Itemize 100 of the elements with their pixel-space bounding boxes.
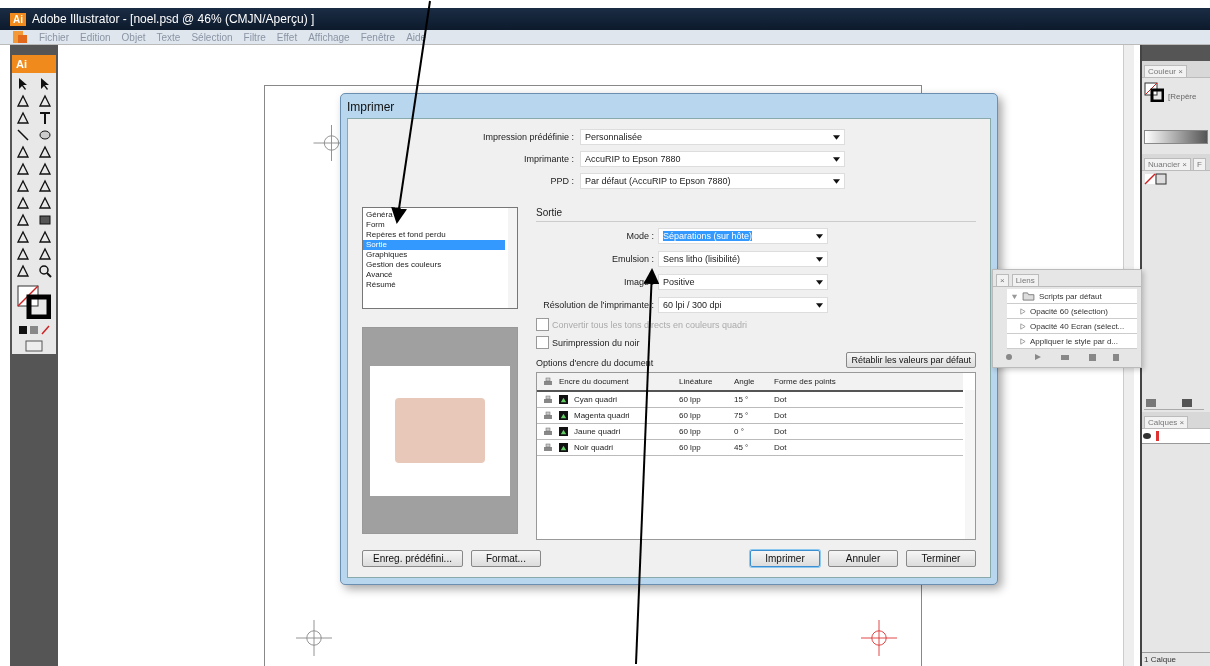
scroll-bar[interactable] [508, 208, 517, 308]
color-label: [Repère [1168, 92, 1197, 103]
panel-tab[interactable]: Nuancier × [1144, 158, 1191, 170]
dropdown[interactable]: Positive [658, 274, 828, 290]
dialog-title: Imprimer [346, 99, 396, 116]
process-ink-icon [559, 427, 568, 436]
tool-icon[interactable] [37, 111, 52, 125]
dropdown-caret-icon [833, 134, 840, 140]
tool-icon[interactable] [37, 264, 52, 278]
tool-icon[interactable] [37, 162, 52, 176]
fill-stroke-swatch-icon[interactable] [12, 282, 56, 322]
color-ramp[interactable] [1144, 130, 1208, 144]
panel-tab[interactable]: Calques × [1144, 416, 1189, 428]
panel-buttons-icon[interactable] [1144, 397, 1204, 410]
dialog-button[interactable]: Format... [470, 550, 541, 567]
tool-icon[interactable] [37, 196, 52, 210]
table-cell-text: 75 ° [734, 411, 750, 420]
reset-defaults-button[interactable]: Rétablir les valeurs par défaut [846, 352, 976, 368]
dropdown[interactable]: 60 lpi / 300 dpi [658, 297, 828, 313]
tool-icon[interactable] [37, 230, 52, 244]
table-cell: Noir quadri [574, 443, 614, 452]
process-ink-icon [559, 395, 568, 404]
tool-icon[interactable] [16, 94, 31, 108]
dropdown[interactable]: Sens litho (lisibilité) [658, 251, 828, 267]
swatch-none-icon[interactable] [1144, 173, 1168, 185]
dialog-button[interactable]: Imprimer [750, 550, 820, 567]
printer-icon[interactable] [543, 410, 553, 421]
printer-icon [543, 376, 553, 387]
action-item[interactable]: Opacité 60 (sélection) [1007, 304, 1137, 319]
table-cell-text: 60 lpp [679, 427, 702, 436]
category-item[interactable]: Généra [363, 210, 505, 220]
tool-icon[interactable] [37, 128, 52, 142]
panel-tab[interactable]: F [1192, 158, 1206, 170]
app-logo-badge: Ai [10, 12, 26, 26]
tool-icon[interactable] [16, 145, 31, 159]
column-header[interactable]: Linéature [679, 377, 734, 386]
table-cell-text: 0 ° [734, 427, 745, 436]
tool-icon[interactable] [16, 128, 31, 142]
drawing-modes-icon[interactable] [12, 322, 56, 338]
registration-mark-icon [294, 620, 334, 656]
table-cell-text: 15 ° [734, 395, 750, 404]
tool-icon[interactable] [16, 162, 31, 176]
panel-tab[interactable]: Couleur × [1144, 65, 1187, 77]
field-label: Impression prédéfinie : [481, 132, 574, 142]
category-item[interactable]: Graphiques [363, 250, 505, 260]
table-cell-text: 60 lpp [679, 443, 702, 452]
layer-row[interactable] [1142, 429, 1210, 444]
tool-icon[interactable] [16, 213, 31, 227]
dropdown[interactable]: Personnalisée [580, 129, 845, 145]
action-item[interactable]: Opacité 40 Ecran (sélect... [1007, 319, 1137, 334]
scroll-bar[interactable] [965, 390, 975, 539]
table-cell: Jaune quadri [574, 427, 621, 436]
dropdown-caret-icon [833, 156, 840, 162]
dialog-button[interactable]: Enreg. prédéfini... [362, 550, 463, 567]
printer-icon[interactable] [543, 442, 553, 453]
dialog-button[interactable]: Annuler [828, 550, 898, 567]
tool-icon[interactable] [16, 111, 31, 125]
printer-icon[interactable] [543, 426, 553, 437]
column-header[interactable]: Angle [734, 377, 774, 386]
dropdown[interactable]: AccuRIP to Epson 7880 [580, 151, 845, 167]
tool-icon[interactable] [37, 145, 52, 159]
folder-icon [1022, 291, 1035, 301]
dropdown[interactable]: Par défaut (AccuRIP to Epson 7880) [580, 173, 845, 189]
fill-stroke-swatch-icon[interactable] [1144, 82, 1164, 102]
dropdown-caret-icon [816, 302, 823, 308]
table-cell: Cyan quadri [574, 395, 618, 404]
tool-icon[interactable] [16, 179, 31, 193]
table-cell: Magenta quadri [574, 411, 630, 420]
panel-tab[interactable]: × [996, 274, 1009, 286]
category-item[interactable]: Form [363, 220, 505, 230]
eye-icon[interactable] [1142, 432, 1152, 440]
column-header[interactable]: Encre du document [559, 377, 679, 386]
document-icon[interactable] [12, 30, 28, 44]
table-cell-text: Dot [774, 443, 788, 452]
dialog-button[interactable]: Terminer [906, 550, 976, 567]
dropdown-caret-icon [816, 256, 823, 262]
category-item[interactable]: Avancé [363, 270, 505, 280]
panel-tab[interactable]: Liens [1011, 274, 1039, 286]
category-item[interactable]: Gestion des couleurs [363, 260, 505, 270]
tool-icon[interactable] [37, 247, 52, 261]
status-text: 1 Calque [1142, 652, 1210, 666]
tool-icon[interactable] [16, 196, 31, 210]
tool-icon[interactable] [16, 264, 31, 278]
tool-icon[interactable] [16, 230, 31, 244]
dropdown-caret-icon [816, 279, 823, 285]
tool-icon[interactable] [37, 213, 52, 227]
tool-icon[interactable] [37, 179, 52, 193]
action-item[interactable]: Scripts par défaut [1007, 289, 1137, 304]
checkbox[interactable]: Surimpression du noir [536, 336, 976, 349]
field-label: Résolution de l'imprimante : [542, 300, 654, 310]
table-cell-text: 45 ° [734, 443, 750, 452]
tool-icon[interactable] [16, 247, 31, 261]
action-item[interactable]: Appliquer le style par d... [1007, 334, 1137, 349]
category-item[interactable]: Repères et fond perdu [363, 230, 505, 240]
category-item[interactable]: Résumé [363, 280, 505, 290]
process-ink-icon [559, 411, 568, 420]
printer-icon[interactable] [543, 394, 553, 405]
tool-icon[interactable] [37, 94, 52, 108]
section-title: Sortie [536, 207, 976, 222]
column-header[interactable]: Forme des points [774, 377, 844, 386]
